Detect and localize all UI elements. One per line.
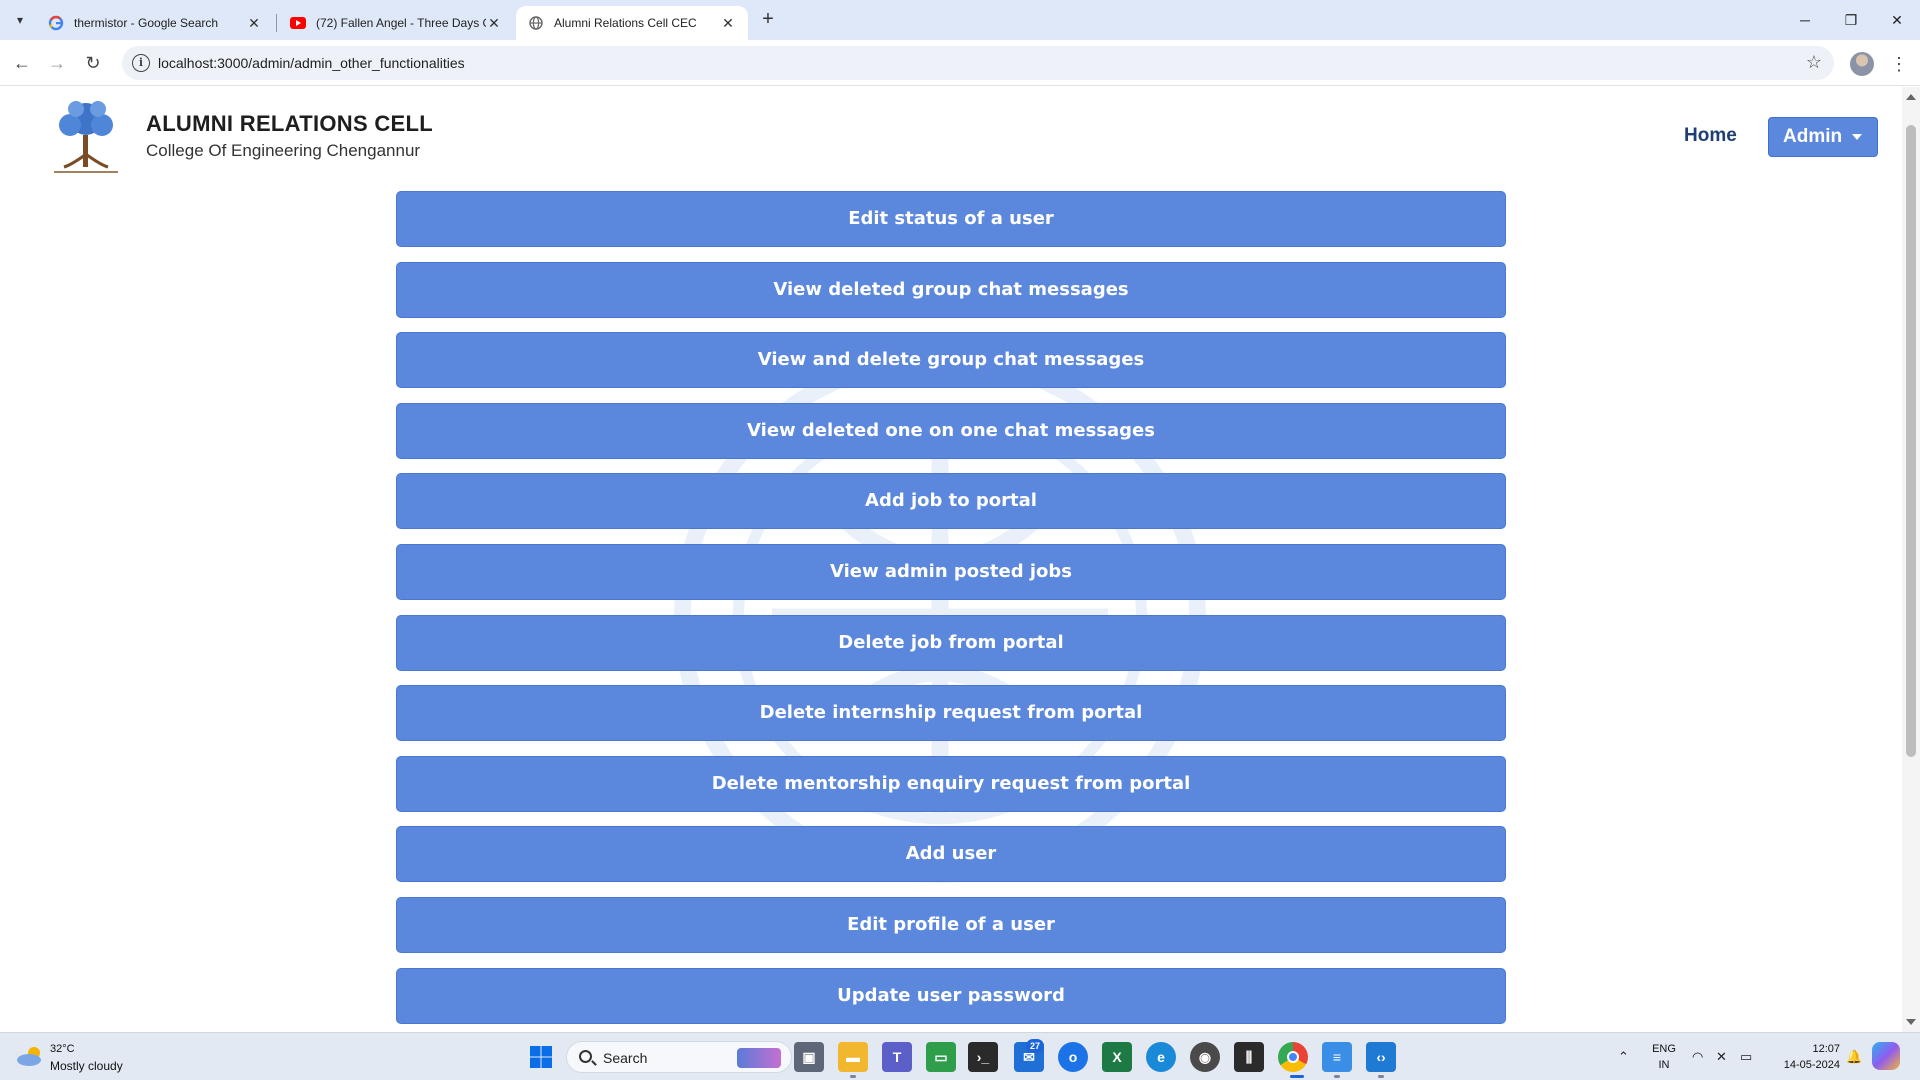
battery-icon[interactable]: ▭ (1740, 1049, 1752, 1065)
language-code[interactable]: ENG (1650, 1043, 1678, 1055)
browser-menu-icon[interactable]: ⋮ (1890, 52, 1908, 76)
edit-user-profile-button[interactable]: Edit profile of a user (396, 896, 1506, 953)
college-tree-logo-icon (54, 101, 118, 173)
windows-taskbar: 32°C Mostly cloudy Search ▣ ▬ T ▭ ›_ ✉ 2… (0, 1032, 1920, 1080)
teams-icon[interactable]: T (882, 1042, 912, 1072)
windows-start-icon[interactable] (526, 1042, 556, 1072)
taskbar-search-label: Search (603, 1050, 648, 1066)
youtube-icon (290, 15, 306, 31)
cloudy-weather-icon[interactable] (16, 1045, 44, 1067)
chrome-icon[interactable] (1278, 1042, 1308, 1072)
view-deleted-group-chat-button[interactable]: View deleted group chat messages (396, 261, 1506, 318)
google-icon (48, 15, 64, 31)
notification-bell-icon[interactable]: 🔔 (1846, 1049, 1862, 1065)
minimize-icon[interactable]: ─ (1782, 0, 1828, 40)
weather-description[interactable]: Mostly cloudy (50, 1059, 123, 1073)
delete-mentorship-enquiry-button[interactable]: Delete mentorship enquiry request from p… (396, 755, 1506, 812)
nav-home-link[interactable]: Home (1684, 125, 1737, 147)
media-player-icon[interactable]: ◉ (1190, 1042, 1220, 1072)
close-tab-icon[interactable]: ✕ (486, 15, 502, 31)
volume-muted-icon[interactable]: ✕ (1716, 1049, 1727, 1065)
bookmark-star-icon[interactable]: ☆ (1806, 52, 1822, 73)
scroll-up-icon[interactable] (1906, 94, 1916, 100)
active-indicator (1290, 1075, 1304, 1078)
address-bar[interactable]: i localhost:3000/admin/admin_other_funct… (122, 46, 1834, 80)
stripes-app-icon[interactable]: ⫼ (1234, 1042, 1264, 1072)
site-title: ALUMNI RELATIONS CELL (146, 111, 433, 136)
tab-title: Alumni Relations Cell CEC (554, 16, 697, 30)
tab-alumni-relations[interactable]: Alumni Relations Cell CEC ✕ (516, 6, 748, 40)
reload-icon[interactable]: ↻ (79, 49, 107, 77)
browser-tab-bar: ▾ thermistor - Google Search ✕ (72) Fall… (0, 0, 1920, 40)
admin-dropdown-button[interactable]: Admin (1768, 117, 1878, 157)
clock-date[interactable]: 14-05-2024 (1770, 1059, 1840, 1071)
running-indicator (1378, 1075, 1384, 1078)
search-highlight-icon (737, 1048, 781, 1068)
notepad-icon[interactable]: ≡ (1322, 1042, 1352, 1072)
forward-arrow-icon[interactable]: → (43, 49, 71, 77)
clock-time[interactable]: 12:07 (1770, 1043, 1840, 1055)
mail-badge: 27 (1026, 1039, 1044, 1053)
weather-temperature[interactable]: 32°C (50, 1043, 75, 1055)
tab-google-search[interactable]: thermistor - Google Search ✕ (36, 6, 274, 40)
scroll-down-icon[interactable] (1906, 1019, 1916, 1025)
outlook-icon[interactable]: o (1058, 1042, 1088, 1072)
view-delete-group-chat-button[interactable]: View and delete group chat messages (396, 332, 1506, 389)
back-arrow-icon[interactable]: ← (8, 49, 36, 77)
add-job-button[interactable]: Add job to portal (396, 473, 1506, 530)
tab-separator (276, 14, 277, 32)
tab-search-chevron-icon[interactable]: ▾ (6, 8, 34, 32)
edit-user-status-button[interactable]: Edit status of a user (396, 191, 1506, 247)
url-text[interactable]: localhost:3000/admin/admin_other_functio… (158, 55, 465, 71)
taskbar-search-box[interactable]: Search (566, 1041, 792, 1073)
page-viewport: ALUMNI RELATIONS CELL College Of Enginee… (0, 87, 1902, 1032)
restore-icon[interactable]: ❐ (1828, 0, 1874, 40)
close-tab-icon[interactable]: ✕ (246, 15, 262, 31)
admin-actions-list: Edit status of a user View deleted group… (396, 191, 1506, 1032)
vscode-icon[interactable]: ‹› (1366, 1042, 1396, 1072)
delete-internship-request-button[interactable]: Delete internship request from portal (396, 685, 1506, 742)
tab-title: (72) Fallen Angel - Three Days Grace (316, 16, 486, 30)
update-user-password-button[interactable]: Update user password (396, 967, 1506, 1024)
task-view-icon[interactable]: ▣ (794, 1042, 824, 1072)
site-info-icon[interactable]: i (132, 54, 150, 72)
site-subtitle: College Of Engineering Chengannur (146, 141, 421, 160)
admin-dropdown-label: Admin (1783, 126, 1843, 147)
file-explorer-icon[interactable]: ▬ (838, 1042, 868, 1072)
running-indicator (1334, 1075, 1340, 1078)
delete-job-button[interactable]: Delete job from portal (396, 614, 1506, 671)
caret-down-icon (1852, 134, 1863, 140)
scrollbar-thumb[interactable] (1906, 125, 1916, 757)
view-deleted-direct-chat-button[interactable]: View deleted one on one chat messages (396, 402, 1506, 459)
terminal-icon[interactable]: ›_ (968, 1042, 998, 1072)
close-tab-icon[interactable]: ✕ (720, 15, 736, 31)
tab-youtube[interactable]: (72) Fallen Angel - Three Days Grace ✕ (278, 6, 514, 40)
profile-avatar[interactable] (1850, 52, 1874, 76)
running-indicator (850, 1075, 856, 1078)
page-scrollbar[interactable] (1902, 87, 1920, 1032)
search-icon (579, 1050, 592, 1063)
new-tab-plus-icon[interactable]: + (756, 8, 780, 32)
add-user-button[interactable]: Add user (396, 826, 1506, 883)
classroom-icon[interactable]: ▭ (926, 1042, 956, 1072)
view-admin-jobs-button[interactable]: View admin posted jobs (396, 543, 1506, 600)
copilot-icon[interactable] (1872, 1042, 1900, 1070)
wifi-icon[interactable]: ◠ (1692, 1049, 1703, 1065)
globe-icon (528, 15, 544, 31)
show-hidden-icons-chevron-icon[interactable]: ⌃ (1618, 1049, 1629, 1065)
excel-icon[interactable]: X (1102, 1042, 1132, 1072)
edge-icon[interactable]: e (1146, 1042, 1176, 1072)
tab-title: thermistor - Google Search (74, 16, 219, 30)
close-window-icon[interactable]: ✕ (1874, 0, 1920, 40)
browser-toolbar: ← → ↻ i localhost:3000/admin/admin_other… (0, 40, 1920, 86)
region-code[interactable]: IN (1650, 1059, 1678, 1071)
